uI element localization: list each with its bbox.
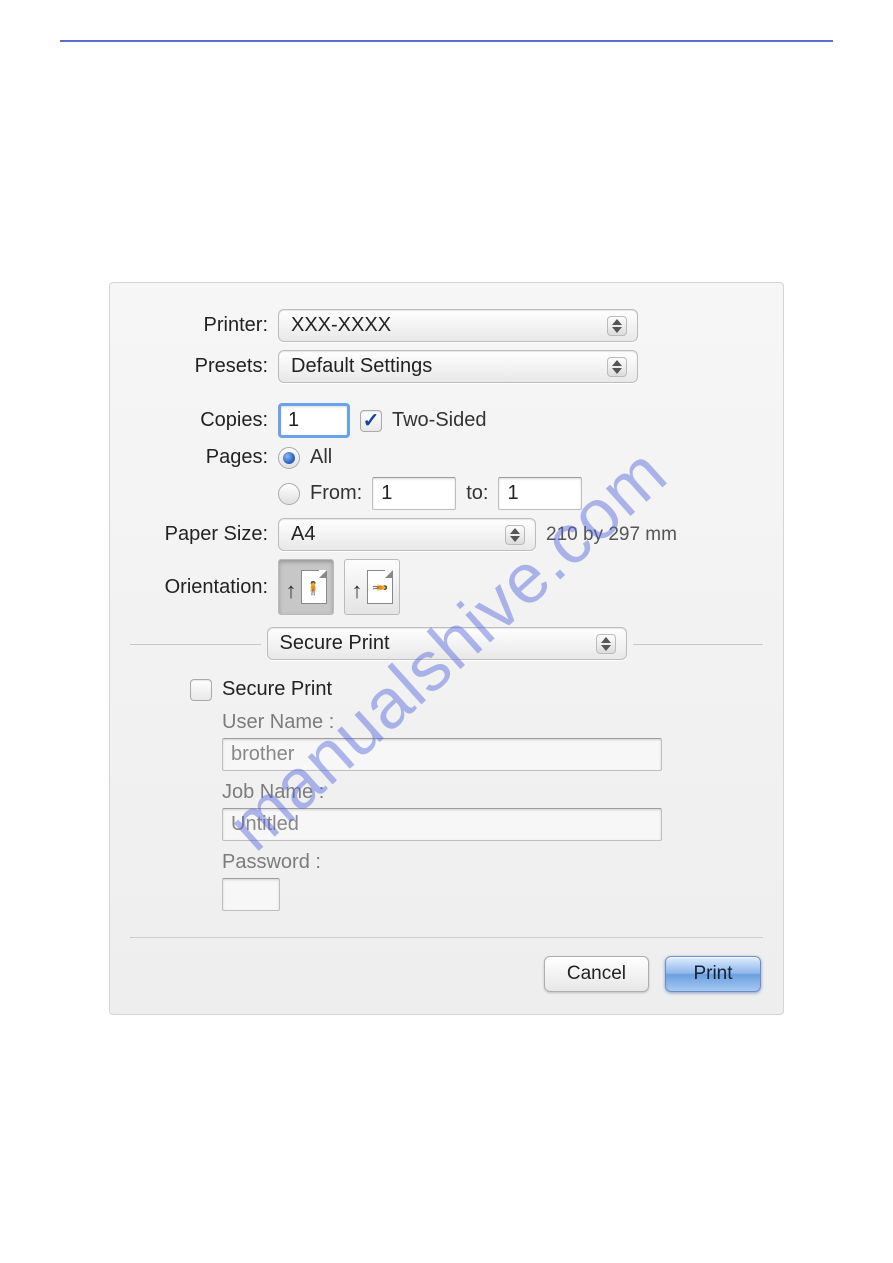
select-stepper-icon	[596, 634, 616, 654]
pages-from-input[interactable]	[372, 477, 456, 510]
orientation-landscape-button[interactable]: ↑ 🧍	[344, 559, 400, 615]
select-stepper-icon	[505, 525, 525, 545]
print-dialog: manualshive.com Printer: XXX-XXXX Preset…	[109, 282, 784, 1015]
select-stepper-icon	[607, 316, 627, 336]
orientation-portrait-button[interactable]: ↑ 🧍	[278, 559, 334, 615]
copies-input[interactable]	[278, 403, 350, 438]
paper-size-label: Paper Size:	[130, 523, 278, 546]
select-stepper-icon	[607, 357, 627, 377]
user-name-input[interactable]	[222, 738, 662, 771]
pages-all-radio[interactable]	[278, 447, 300, 469]
paper-size-value: A4	[291, 523, 315, 546]
page-landscape-icon: 🧍	[367, 570, 393, 604]
printer-label: Printer:	[130, 314, 278, 337]
secure-print-checkbox[interactable]: ✓	[190, 679, 212, 701]
pages-from-label: From:	[310, 482, 362, 505]
arrow-up-icon: ↑	[286, 578, 297, 604]
options-pane-select[interactable]: Secure Print	[267, 627, 627, 660]
job-name-input[interactable]	[222, 808, 662, 841]
pages-to-input[interactable]	[498, 477, 582, 510]
pages-label: Pages:	[130, 446, 278, 469]
pages-all-label: All	[310, 446, 332, 469]
password-input[interactable]	[222, 878, 280, 911]
presets-label: Presets:	[130, 355, 278, 378]
paper-size-select[interactable]: A4	[278, 518, 536, 551]
page-portrait-icon: 🧍	[301, 570, 327, 604]
paper-size-dimensions: 210 by 297 mm	[546, 524, 677, 546]
job-name-label: Job Name :	[222, 781, 743, 804]
pages-to-label: to:	[466, 482, 488, 505]
two-sided-checkbox[interactable]: ✓	[360, 410, 382, 432]
secure-print-checkbox-label: Secure Print	[222, 678, 332, 701]
printer-select[interactable]: XXX-XXXX	[278, 309, 638, 342]
separator-line	[633, 644, 764, 645]
printer-select-value: XXX-XXXX	[291, 314, 391, 337]
pages-range-radio[interactable]	[278, 483, 300, 505]
password-label: Password :	[222, 851, 743, 874]
orientation-label: Orientation:	[130, 576, 278, 599]
presets-select-value: Default Settings	[291, 355, 432, 378]
options-pane-value: Secure Print	[280, 632, 390, 655]
arrow-up-icon: ↑	[352, 578, 363, 604]
footer-separator	[130, 937, 763, 938]
copies-label: Copies:	[130, 409, 278, 432]
page-top-rule	[60, 40, 833, 42]
two-sided-label: Two-Sided	[392, 409, 487, 432]
print-button[interactable]: Print	[665, 956, 761, 992]
separator-line	[130, 644, 261, 645]
presets-select[interactable]: Default Settings	[278, 350, 638, 383]
cancel-button[interactable]: Cancel	[544, 956, 649, 992]
user-name-label: User Name :	[222, 711, 743, 734]
